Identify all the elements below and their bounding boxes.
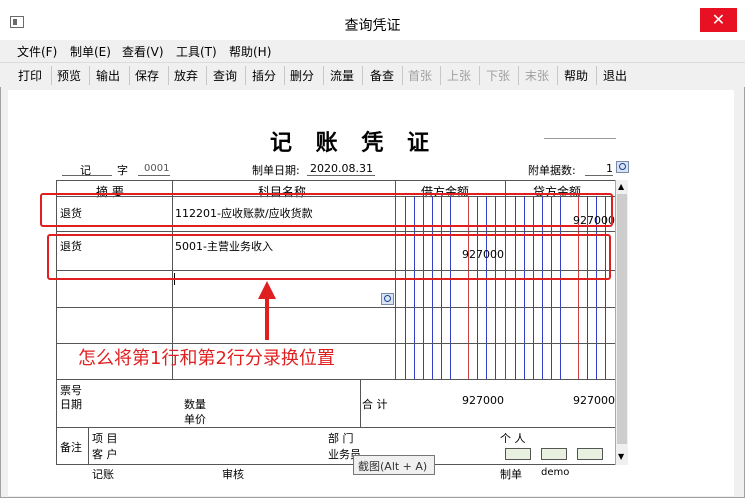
menu-tools[interactable]: 工具(T) xyxy=(176,43,217,60)
scroll-down-icon[interactable]: ▼ xyxy=(618,452,624,461)
toolbar: 打印 预览 输出 保存 放弃 查询 插分 删分 流量 备查 首张 上张 下张 末… xyxy=(0,62,745,87)
print-button[interactable]: 打印 xyxy=(18,67,42,84)
vertical-scrollbar[interactable]: ▲ ▼ xyxy=(615,180,628,465)
close-button[interactable]: ✕ xyxy=(700,8,737,32)
scroll-up-icon[interactable]: ▲ xyxy=(618,182,624,191)
card-icon[interactable] xyxy=(505,448,531,460)
account-search-icon[interactable] xyxy=(381,293,394,305)
last-voucher-button[interactable]: 末张 xyxy=(525,67,549,84)
date-label: 制单日期: xyxy=(252,164,300,177)
first-voucher-button[interactable]: 首张 xyxy=(408,67,432,84)
attachments-count[interactable]: 1 xyxy=(606,162,613,175)
total-credit: 927000 xyxy=(573,394,615,407)
customer-label: 客 户 xyxy=(92,448,118,461)
menu-view[interactable]: 查看(V) xyxy=(122,43,164,60)
remarks-label: 备注 xyxy=(60,441,82,454)
menu-voucher[interactable]: 制单(E) xyxy=(70,43,111,60)
unit-price-label: 单价 xyxy=(184,413,206,426)
title-rule xyxy=(544,138,616,139)
voucher-date[interactable]: 2020.08.31 xyxy=(310,162,373,175)
insert-entry-button[interactable]: 插分 xyxy=(252,67,276,84)
annotation-question: 怎么将第1行和第2行分录换位置 xyxy=(78,348,335,369)
quantity-label: 数量 xyxy=(184,398,206,411)
attachments-label: 附单据数: xyxy=(528,164,576,177)
window-title: 查询凭证 xyxy=(344,18,401,34)
annotation-arrow-shaft xyxy=(265,296,269,340)
next-voucher-button[interactable]: 下张 xyxy=(486,67,510,84)
menu-file[interactable]: 文件(F) xyxy=(17,43,57,60)
scroll-thumb[interactable] xyxy=(617,194,627,444)
flow-button[interactable]: 流量 xyxy=(330,67,354,84)
row1-highlight-box xyxy=(40,193,613,227)
voucher-number[interactable]: 0001 xyxy=(144,163,169,174)
project-label: 项 目 xyxy=(92,432,118,445)
voucher-title: 记 账 凭 证 xyxy=(270,131,437,156)
prev-voucher-button[interactable]: 上张 xyxy=(447,67,471,84)
voucher-char-label: 字 xyxy=(117,164,128,177)
query-button[interactable]: 查询 xyxy=(213,67,237,84)
reviewer-label: 审核 xyxy=(222,468,244,481)
ticket-date-label: 日期 xyxy=(60,398,82,411)
save-button[interactable]: 保存 xyxy=(135,67,159,84)
total-debit: 927000 xyxy=(462,394,504,407)
menu-bar: 文件(F) 制单(E) 查看(V) 工具(T) 帮助(H) xyxy=(0,40,745,62)
edit-icon[interactable] xyxy=(577,448,603,460)
menu-help[interactable]: 帮助(H) xyxy=(229,43,271,60)
preparer-label: 制单 xyxy=(500,468,522,481)
department-label: 部 门 xyxy=(328,432,354,445)
help-button[interactable]: 帮助 xyxy=(564,67,588,84)
delete-entry-button[interactable]: 删分 xyxy=(290,67,314,84)
total-label: 合 计 xyxy=(362,398,388,411)
row2-highlight-box xyxy=(47,234,611,280)
bookkeeper-label: 记账 xyxy=(92,468,114,481)
preparer-name: demo xyxy=(541,467,570,478)
attachments-search-icon[interactable] xyxy=(616,161,629,173)
reference-button[interactable]: 备查 xyxy=(370,67,394,84)
individual-label: 个 人 xyxy=(500,432,526,445)
export-button[interactable]: 输出 xyxy=(96,67,120,84)
monitor-icon[interactable] xyxy=(541,448,567,460)
screenshot-tooltip: 截图(Alt + A) xyxy=(353,455,435,475)
preview-button[interactable]: 预览 xyxy=(57,67,81,84)
exit-button[interactable]: 退出 xyxy=(603,67,627,84)
discard-button[interactable]: 放弃 xyxy=(174,67,198,84)
